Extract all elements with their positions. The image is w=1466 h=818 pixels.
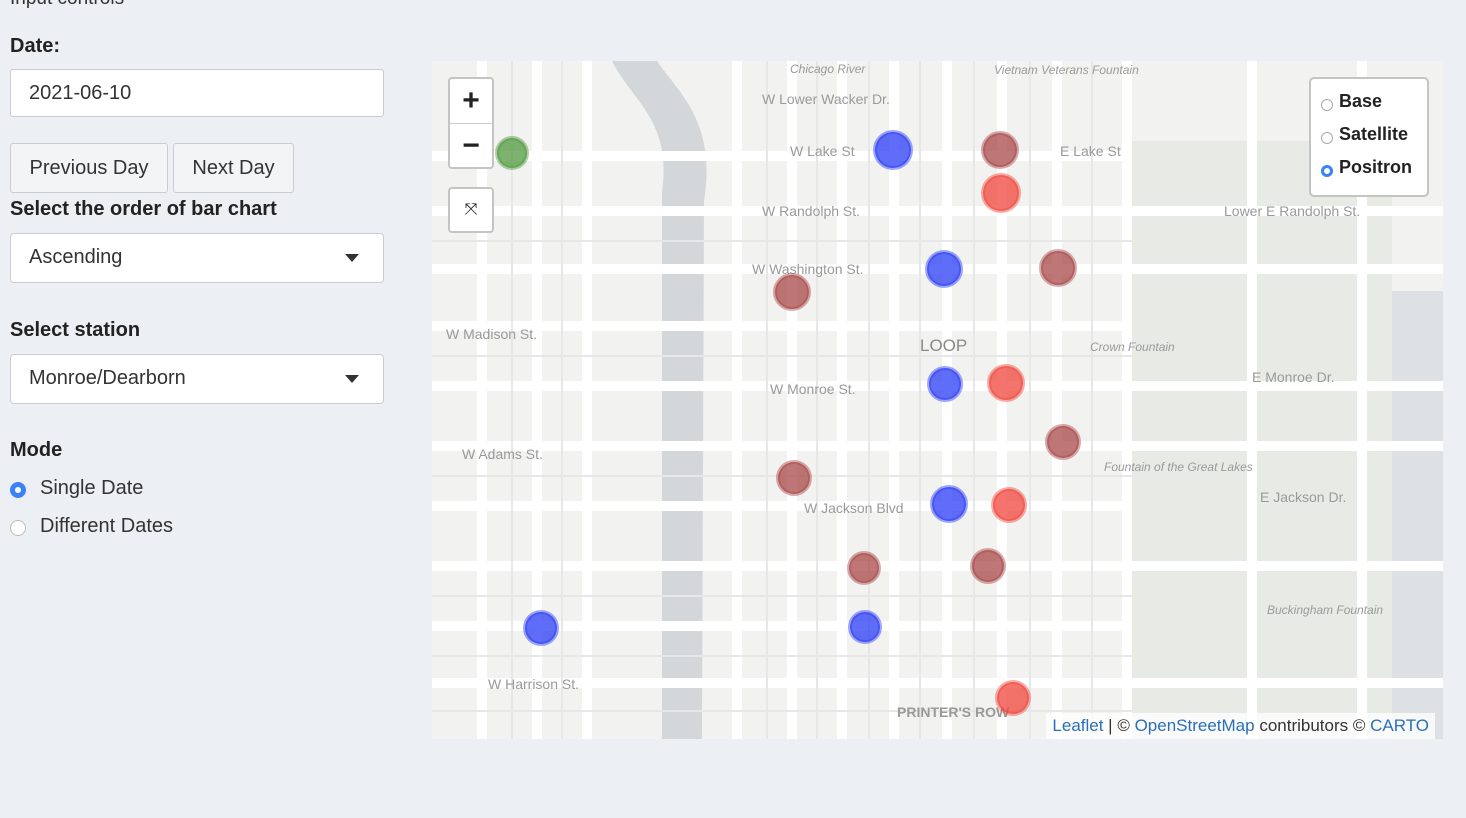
station-marker[interactable] [848,610,882,644]
zoom-out-button[interactable]: − [450,124,492,168]
station-marker[interactable] [847,551,881,585]
order-select-value: Ascending [29,246,123,268]
map-label: Vietnam Veterans Fountain [994,63,1139,77]
station-marker[interactable] [925,250,963,288]
layer-label: Base [1339,91,1383,111]
attribution-sep: | © [1103,716,1135,735]
radio-unselected-icon[interactable] [1321,132,1333,144]
osm-link[interactable]: OpenStreetMap [1135,716,1255,735]
previous-day-button[interactable]: Previous Day [10,143,168,193]
layer-positron[interactable]: Positron [1311,157,1427,190]
attribution-text: contributors © [1254,716,1371,735]
station-marker[interactable] [523,610,559,646]
station-marker[interactable] [495,136,529,170]
map-label: W Madison St. [446,326,537,342]
station-marker[interactable] [930,485,968,523]
chevron-down-icon [345,254,359,262]
station-marker[interactable] [776,460,812,496]
zoom-control: + − [448,77,494,169]
chevron-down-icon [345,375,359,383]
map-label: E Monroe Dr. [1252,369,1334,385]
layer-base[interactable]: Base [1311,91,1427,124]
station-marker[interactable] [773,273,811,311]
map-label: Lower E Randolph St. [1224,203,1360,219]
map-label: W Adams St. [462,446,543,462]
mode-option-label: Different Dates [40,515,174,537]
station-marker[interactable] [873,130,913,170]
lake-shore [1392,291,1443,739]
map-tiles: W Lower Wacker Dr. W Lake St E Lake St W… [432,61,1443,739]
station-marker[interactable] [927,366,963,402]
section-title: Input controls [10,0,124,10]
map-label: W Lower Wacker Dr. [762,91,890,107]
station-marker[interactable] [970,548,1006,584]
station-marker[interactable] [1039,249,1077,287]
map-attribution: Leaflet | © OpenStreetMap contributors ©… [1046,713,1435,739]
date-input[interactable]: 2021-06-10 [10,69,384,117]
station-marker[interactable] [995,680,1031,716]
map-label: W Lake St [790,143,855,159]
map-label: W Harrison St. [488,676,579,692]
reset-view-icon[interactable]: ⤧ [448,187,494,233]
station-marker[interactable] [1045,424,1081,460]
layer-label: Satellite [1339,124,1409,144]
zoom-in-button[interactable]: + [450,79,492,124]
map[interactable]: W Lower Wacker Dr. W Lake St E Lake St W… [432,61,1443,739]
station-marker[interactable] [987,364,1025,402]
map-label: W Randolph St. [762,203,860,219]
mode-label: Mode [10,439,63,461]
order-select[interactable]: Ascending [10,233,384,283]
date-label: Date: [10,35,61,57]
map-label: Crown Fountain [1090,340,1175,354]
map-label: Buckingham Fountain [1267,603,1383,617]
map-label: E Jackson Dr. [1260,489,1346,505]
mode-option-label: Single Date [40,477,144,499]
map-label: W Monroe St. [770,381,856,397]
station-select[interactable]: Monroe/Dearborn [10,354,384,404]
station-marker[interactable] [991,487,1027,523]
radio-selected-icon[interactable] [1321,165,1333,177]
park-area [1132,141,1392,739]
map-label: W Jackson Blvd [804,500,904,516]
next-day-button[interactable]: Next Day [173,143,294,193]
radio-unselected-icon[interactable] [10,520,26,536]
layer-satellite[interactable]: Satellite [1311,124,1427,157]
station-marker[interactable] [981,131,1019,169]
map-label: Chicago River [790,62,866,76]
radio-selected-icon[interactable] [10,482,26,498]
station-label: Select station [10,319,141,341]
map-label: Fountain of the Great Lakes [1104,460,1253,474]
station-marker[interactable] [981,173,1021,213]
order-label: Select the order of bar chart [10,198,277,220]
layers-control: Base Satellite Positron [1309,77,1429,197]
station-select-value: Monroe/Dearborn [29,367,186,389]
leaflet-link[interactable]: Leaflet [1052,716,1103,735]
map-label: W Washington St. [752,261,864,277]
map-label: LOOP [920,336,967,355]
radio-unselected-icon[interactable] [1321,99,1333,111]
carto-link[interactable]: CARTO [1370,716,1429,735]
layer-label: Positron [1339,157,1413,177]
map-label: PRINTER'S ROW [897,704,1010,720]
map-label: E Lake St [1060,143,1121,159]
